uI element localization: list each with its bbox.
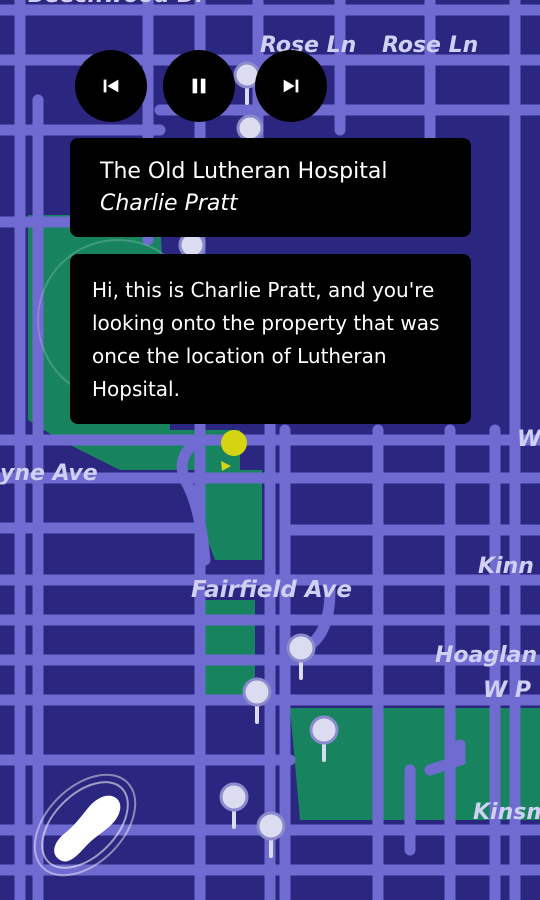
street-label-kinsm: Kinsm bbox=[473, 800, 540, 825]
map-pin-icon[interactable] bbox=[236, 114, 264, 142]
street-label-beechwood: Beechwood Dr bbox=[28, 0, 208, 8]
stop-narrator: Charlie Pratt bbox=[100, 191, 238, 216]
footprint-icon bbox=[33, 773, 137, 877]
pause-icon bbox=[192, 78, 206, 94]
street-label-hoaglan: Hoaglan bbox=[435, 643, 537, 668]
previous-button[interactable] bbox=[75, 50, 147, 122]
street-label-rose-ln-2: Rose Ln bbox=[382, 33, 478, 58]
next-button[interactable] bbox=[255, 50, 327, 122]
stop-info-card[interactable]: The Old Lutheran Hospital Charlie Pratt bbox=[70, 138, 471, 237]
street-label-kinn: Kinn bbox=[478, 554, 534, 579]
skip-next-icon bbox=[283, 79, 299, 93]
street-label-wayne-ave: yne Ave bbox=[0, 461, 98, 486]
pause-button[interactable] bbox=[163, 50, 235, 122]
skip-previous-icon bbox=[103, 79, 119, 93]
street-label-w-edge: W bbox=[517, 427, 540, 452]
stop-title: The Old Lutheran Hospital bbox=[100, 159, 388, 184]
transcript-card: Hi, this is Charlie Pratt, and you're lo… bbox=[70, 254, 471, 424]
transcript-text: Hi, this is Charlie Pratt, and you're lo… bbox=[92, 278, 440, 401]
walk-mode-button[interactable] bbox=[22, 762, 148, 888]
street-label-fairfield-ave: Fairfield Ave bbox=[191, 577, 352, 603]
street-label-w-p: W P bbox=[483, 678, 531, 703]
